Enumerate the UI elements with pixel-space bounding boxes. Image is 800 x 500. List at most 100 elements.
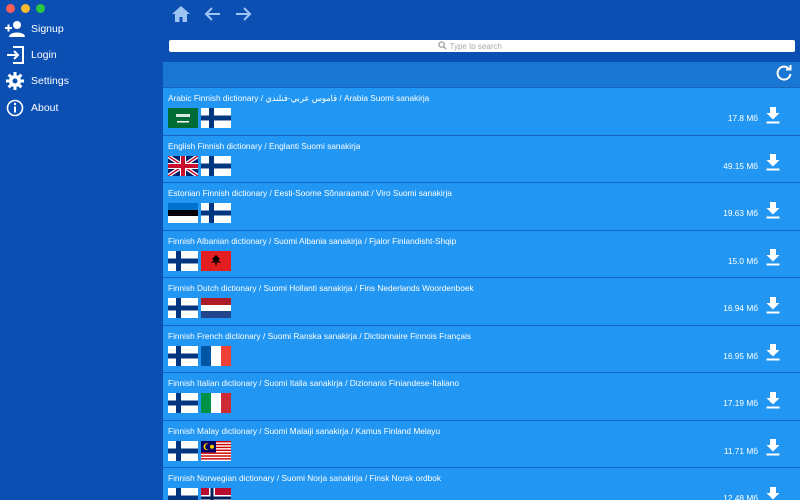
- dictionary-row[interactable]: Finnish Malay dictionary / Suomi Malaiji…: [163, 420, 800, 467]
- download-icon: [765, 248, 781, 271]
- sidebar-item-login[interactable]: Login: [5, 43, 57, 67]
- file-size: 17.19 Mб: [723, 398, 758, 408]
- download-button[interactable]: [765, 486, 781, 500]
- flag-finland-icon: [168, 488, 198, 500]
- flag-estonia-icon: [168, 203, 198, 223]
- flag-uk-icon: [168, 155, 198, 176]
- dictionary-row[interactable]: Estonian Finnish dictionary / Eesti-Soom…: [163, 183, 800, 230]
- flag-norway-icon: [201, 488, 231, 500]
- download-icon: [765, 153, 781, 176]
- flag-finland-icon: [168, 440, 198, 461]
- flag-saudi-arabia-icon: [168, 108, 198, 128]
- refresh-icon: [775, 64, 793, 87]
- file-size: 11.71 Mб: [723, 445, 758, 456]
- download-icon: [765, 201, 781, 224]
- dictionary-row[interactable]: Finnish French dictionary / Suomi Ranska…: [163, 325, 800, 372]
- download-icon: [765, 296, 781, 319]
- home-icon: [171, 5, 191, 28]
- download-button[interactable]: [765, 106, 781, 129]
- flag-italy-icon: [201, 393, 231, 413]
- flag-finland-icon: [168, 393, 198, 413]
- flag-finland-icon: [168, 345, 198, 366]
- dictionary-title: Estonian Finnish dictionary / Eesti-Soom…: [168, 188, 452, 198]
- flag-netherlands-icon: [201, 298, 231, 318]
- dictionary-title: Arabic Finnish dictionary / قاموس عربي-ف…: [168, 93, 430, 103]
- forward-button[interactable]: [232, 5, 254, 27]
- minimize-window-button[interactable]: [21, 4, 30, 13]
- dictionary-title: Finnish Italian dictionary / Suomi Itali…: [168, 378, 459, 388]
- dictionary-row[interactable]: Finnish Albanian dictionary / Suomi Alba…: [163, 230, 800, 277]
- dictionary-row[interactable]: Finnish Dutch dictionary / Suomi Hollant…: [163, 278, 800, 325]
- login-icon: [5, 45, 25, 65]
- sidebar-item-label: Login: [31, 49, 57, 61]
- close-window-button[interactable]: [6, 4, 15, 13]
- dictionary-list: Arabic Finnish dictionary / قاموس عربي-ف…: [163, 88, 800, 500]
- flag-malaysia-icon: [201, 440, 231, 461]
- flag-finland-icon: [168, 298, 198, 318]
- language-flags: [168, 298, 231, 318]
- dictionary-title: Finnish Malay dictionary / Suomi Malaiji…: [168, 425, 441, 436]
- info-icon: [5, 98, 25, 118]
- file-size: 19.63 Mб: [723, 208, 758, 218]
- sidebar-item-label: About: [31, 102, 59, 114]
- arrow-left-icon: [204, 6, 222, 27]
- language-flags: [168, 203, 231, 223]
- language-flags: [168, 393, 231, 413]
- download-icon: [765, 343, 781, 366]
- language-flags: [168, 108, 231, 128]
- download-icon: [765, 486, 781, 500]
- sidebar-item-settings[interactable]: Settings: [5, 69, 69, 93]
- sidebar-item-about[interactable]: About: [5, 96, 58, 120]
- flag-finland-icon: [201, 108, 231, 128]
- download-icon: [765, 106, 781, 129]
- file-size: 16.94 Mб: [723, 303, 758, 313]
- flag-france-icon: [201, 345, 231, 366]
- gear-icon: [5, 71, 25, 91]
- back-button[interactable]: [202, 5, 224, 27]
- download-button[interactable]: [765, 438, 781, 461]
- download-icon: [765, 438, 781, 461]
- search-bar[interactable]: [169, 40, 795, 52]
- search-icon: [437, 37, 447, 55]
- maximize-window-button[interactable]: [36, 4, 45, 13]
- dictionary-title: Finnish Albanian dictionary / Suomi Alba…: [168, 235, 457, 246]
- language-flags: [168, 155, 231, 176]
- download-button[interactable]: [765, 343, 781, 366]
- download-button[interactable]: [765, 201, 781, 224]
- refresh-button[interactable]: [774, 64, 794, 87]
- dictionary-title: Finnish Dutch dictionary / Suomi Hollant…: [168, 283, 474, 293]
- dictionary-row[interactable]: English Finnish dictionary / Englanti Su…: [163, 135, 800, 182]
- download-button[interactable]: [765, 153, 781, 176]
- download-button[interactable]: [765, 248, 781, 271]
- language-flags: [168, 440, 231, 461]
- list-header: [163, 62, 800, 87]
- file-size: 49.15 Mб: [723, 160, 758, 171]
- language-flags: [168, 488, 231, 500]
- dictionary-row[interactable]: Finnish Norwegian dictionary / Suomi Nor…: [163, 468, 800, 500]
- language-flags: [168, 345, 231, 366]
- dictionary-title: Finnish French dictionary / Suomi Ranska…: [168, 330, 471, 341]
- download-icon: [765, 391, 781, 414]
- sidebar-item-label: Signup: [31, 23, 64, 35]
- home-button[interactable]: [170, 5, 192, 27]
- toolbar: [163, 0, 800, 62]
- download-button[interactable]: [765, 391, 781, 414]
- sidebar-item-signup[interactable]: Signup: [5, 17, 64, 41]
- dictionary-row[interactable]: Arabic Finnish dictionary / قاموس عربي-ف…: [163, 88, 800, 135]
- dictionary-title: English Finnish dictionary / Englanti Su…: [168, 140, 361, 151]
- dictionary-row[interactable]: Finnish Italian dictionary / Suomi Itali…: [163, 373, 800, 420]
- dictionary-title: Finnish Norwegian dictionary / Suomi Nor…: [168, 473, 441, 483]
- language-flags: [168, 250, 231, 271]
- search-input[interactable]: [446, 41, 527, 51]
- sidebar: Signup Login Settings About: [0, 0, 163, 500]
- file-size: 17.8 Mб: [727, 113, 758, 123]
- sidebar-item-label: Settings: [31, 75, 69, 87]
- flag-albania-icon: [201, 250, 231, 271]
- flag-finland-icon: [201, 155, 231, 176]
- flag-finland-icon: [201, 203, 231, 223]
- download-button[interactable]: [765, 296, 781, 319]
- file-size: 12.48 Mб: [723, 493, 758, 500]
- flag-finland-icon: [168, 250, 198, 271]
- file-size: 16.95 Mб: [723, 350, 758, 361]
- window-controls: [6, 4, 45, 13]
